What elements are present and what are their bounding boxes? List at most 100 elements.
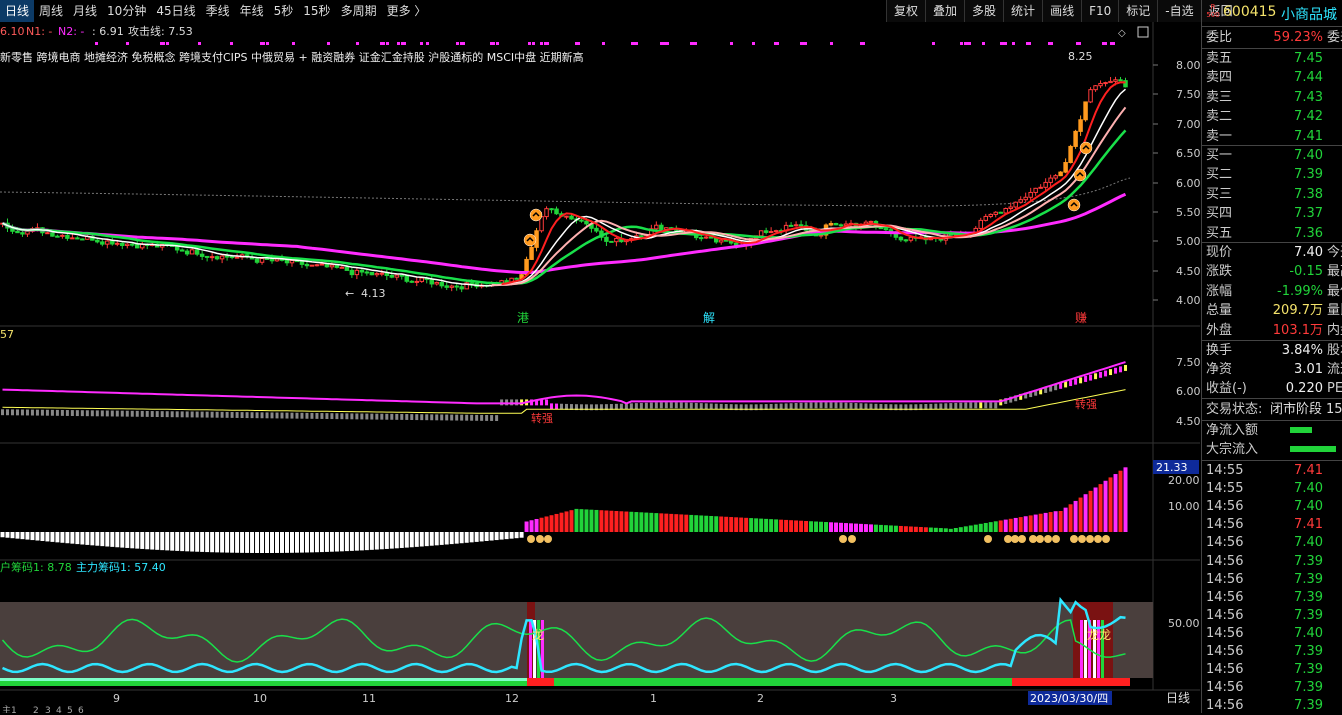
candle-body (998, 211, 1003, 214)
coin-icon (1078, 535, 1086, 543)
kline-chart-area[interactable]: 6.10 N1: - N2: - : 6.91 攻击线: 7.53 新零售 跨境… (0, 22, 1200, 713)
panel3-bar (1098, 484, 1103, 532)
top-signal-dot (462, 42, 465, 45)
y-tick: 6.00 (1176, 177, 1200, 190)
coin-icon (1094, 535, 1102, 543)
candle-body (394, 274, 400, 278)
candle-body (65, 234, 70, 239)
toolbar-button[interactable]: 叠加 (925, 0, 965, 22)
period-tab[interactable]: 年线 (235, 0, 269, 22)
top-signal-dot (198, 42, 201, 45)
indicator-attack-line: 攻击线: 7.53 (128, 24, 193, 38)
panel2-bar (360, 413, 364, 420)
bottom-tab[interactable]: 5 (67, 706, 73, 713)
period-tab[interactable]: 日线 (0, 0, 35, 22)
panel3-bar (814, 521, 819, 532)
panel3-bar (729, 517, 734, 532)
period-tab[interactable]: 季线 (201, 0, 235, 22)
marker-earn[interactable]: 赚 (1075, 310, 1087, 325)
candle-body (1088, 89, 1093, 103)
toolbar-button[interactable]: 标记 (1118, 0, 1158, 22)
period-tab[interactable]: 5秒 (269, 0, 299, 22)
stat-row: 外盘103.1万内盘 (1206, 322, 1342, 338)
period-tab[interactable]: 15秒 (298, 0, 335, 22)
panel4-retail-label: 户筹码1: 8.78 (0, 560, 72, 574)
candle-body (259, 257, 265, 263)
panel3-bar (15, 532, 20, 539)
toolbar-button[interactable]: 统计 (1003, 0, 1043, 22)
candle-body (838, 224, 844, 227)
panel3-bar (55, 532, 60, 543)
candle-body (793, 224, 799, 227)
panel3-bar (160, 532, 165, 551)
panel2-bar (170, 411, 174, 418)
period-label[interactable]: 日线 (1166, 691, 1190, 705)
panel2-bar (0, 409, 4, 416)
candle-body (384, 272, 390, 276)
panel2-bar (545, 399, 549, 406)
panel2-bar (55, 409, 59, 416)
panel3-bar (734, 517, 739, 532)
bid-row: 买四 7.37 (1206, 206, 1323, 222)
coin-icon (1011, 535, 1019, 543)
panel2-bar (100, 410, 104, 417)
top-signal-dot (162, 42, 165, 45)
panel3-bar (1088, 490, 1093, 532)
bottom-tab[interactable]: 3 (45, 706, 51, 713)
candle-body (1118, 79, 1123, 82)
period-tab[interactable]: 多周期 (336, 0, 382, 22)
period-tab[interactable]: 月线 (68, 0, 102, 22)
panel3-bar (0, 532, 5, 538)
panel2-bar (70, 410, 74, 416)
bottom-tab[interactable]: 2 (33, 706, 39, 713)
toolbar-button[interactable]: F10 (1081, 0, 1119, 22)
candle-body (604, 236, 609, 242)
period-tab[interactable]: 更多 〉 (382, 0, 432, 22)
panel3-bar (1083, 494, 1088, 532)
toolbar-button[interactable]: 多股 (964, 0, 1004, 22)
panel2-bar (370, 413, 374, 420)
bottom-tab[interactable]: 4 (56, 706, 62, 713)
marker-unlock[interactable]: 解 (703, 311, 715, 325)
y-tick: 7.00 (1176, 118, 1200, 131)
panel2-bar (485, 414, 489, 421)
panel2-bar (824, 402, 828, 409)
panel2-bar (315, 412, 319, 419)
panel2-bar (704, 403, 708, 410)
period-tab[interactable]: 45日线 (151, 0, 200, 22)
marker-hk[interactable]: 港 (517, 311, 529, 325)
bottom-tab[interactable]: 主1 (2, 704, 17, 713)
diamond-icon[interactable]: ◇ (1118, 28, 1126, 39)
panel2-bar (20, 409, 24, 416)
panel4-bar (1080, 620, 1083, 678)
window-icon[interactable] (1137, 26, 1149, 38)
panel2-bar (180, 411, 184, 418)
panel3-bar (963, 526, 968, 532)
panel3-bar (834, 522, 839, 532)
candle-body (564, 215, 569, 218)
period-tab[interactable]: 周线 (34, 0, 68, 22)
panel2-bar (779, 403, 783, 410)
bottom-tab[interactable]: 6 (78, 706, 84, 713)
candle-body (1043, 181, 1048, 188)
toolbar-button[interactable]: 画线 (1042, 0, 1082, 22)
panel3-bar (858, 523, 863, 532)
panel3-bar (534, 518, 539, 532)
tick-row: 14:56 7.40 (1206, 535, 1323, 551)
panel3-bar (280, 532, 284, 553)
coin-icon (527, 535, 535, 543)
period-tab[interactable]: 10分钟 (102, 0, 151, 22)
panel3-bar (724, 516, 729, 532)
panel2-bar (849, 402, 853, 409)
panel3-bar (933, 527, 938, 532)
top-signal-dot (1050, 42, 1053, 45)
panel3-bar (898, 525, 903, 532)
toolbar-button[interactable]: 复权 (886, 0, 926, 22)
top-signal-dot (804, 42, 807, 45)
toolbar-button[interactable]: -自选 (1157, 0, 1201, 22)
panel3-bar (484, 532, 489, 541)
top-signal-dot (420, 42, 423, 45)
coin-icon (839, 535, 847, 543)
panel3-bar (245, 532, 250, 553)
panel3-bar (973, 524, 978, 532)
